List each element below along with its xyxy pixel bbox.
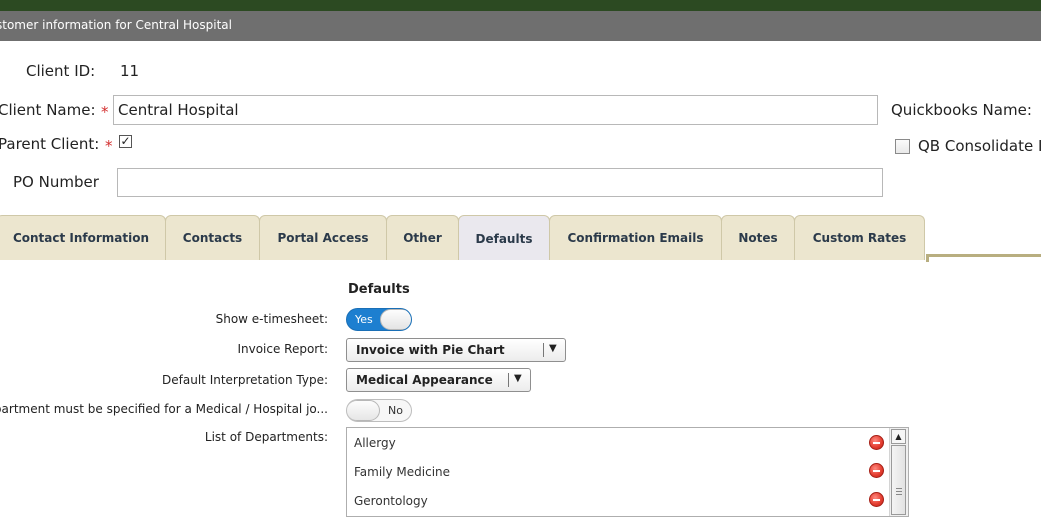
defaults-section-title: Defaults bbox=[348, 282, 410, 297]
client-name-label: Client Name: bbox=[0, 101, 96, 119]
remove-icon[interactable] bbox=[869, 435, 884, 450]
select-separator bbox=[508, 373, 509, 387]
default-interpretation-type-value: Medical Appearance bbox=[356, 373, 493, 387]
department-required-toggle[interactable]: No bbox=[346, 399, 412, 422]
client-name-field[interactable]: Central Hospital bbox=[113, 95, 878, 125]
qb-consolidate-checkbox[interactable] bbox=[895, 139, 910, 154]
show-etimesheet-toggle[interactable]: Yes bbox=[346, 308, 412, 331]
client-id-value: 11 bbox=[120, 62, 140, 80]
departments-list-label: List of Departments: bbox=[204, 430, 328, 444]
client-id-label: Client ID: bbox=[26, 62, 96, 80]
po-number-field[interactable] bbox=[117, 168, 883, 197]
tab-contacts[interactable]: Contacts bbox=[165, 215, 260, 260]
list-item: Allergy bbox=[354, 436, 396, 450]
po-number-label: PO Number bbox=[13, 173, 99, 191]
invoice-report-label: Invoice Report: bbox=[237, 342, 328, 356]
tab-panel-border-corner bbox=[926, 254, 929, 262]
invoice-report-select[interactable]: Invoice with Pie Chart ▼ bbox=[346, 338, 566, 362]
departments-list[interactable]: Allergy Family Medicine Gerontology ▲ bbox=[346, 427, 909, 517]
tab-panel-border bbox=[926, 254, 1041, 257]
app-top-bar bbox=[0, 0, 1041, 11]
department-required-toggle-text: No bbox=[388, 404, 403, 417]
invoice-report-value: Invoice with Pie Chart bbox=[356, 343, 505, 357]
show-etimesheet-label: Show e-timesheet: bbox=[215, 312, 328, 326]
parent-client-required-marker: * bbox=[105, 137, 113, 155]
tab-contact-information[interactable]: Contact Information bbox=[0, 215, 166, 260]
parent-client-label: Parent Client: bbox=[0, 135, 100, 153]
window-title-bar: stomer information for Central Hospital bbox=[0, 11, 1041, 41]
list-item: Family Medicine bbox=[354, 465, 451, 479]
scroll-up-icon[interactable]: ▲ bbox=[891, 429, 906, 444]
quickbooks-name-label: Quickbooks Name: bbox=[891, 101, 1032, 119]
remove-icon[interactable] bbox=[869, 492, 884, 507]
client-name-required-marker: * bbox=[101, 103, 109, 121]
default-interpretation-type-label: Default Interpretation Type: bbox=[162, 373, 328, 387]
grip-icon bbox=[896, 488, 902, 496]
parent-client-checkbox[interactable]: ✓ bbox=[119, 135, 132, 148]
qb-consolidate-label: QB Consolidate I bbox=[918, 137, 1041, 155]
chevron-down-icon: ▼ bbox=[549, 343, 557, 354]
list-item: Gerontology bbox=[354, 494, 428, 508]
departments-scrollbar[interactable]: ▲ bbox=[889, 428, 908, 516]
scroll-thumb[interactable] bbox=[891, 445, 906, 515]
remove-icon[interactable] bbox=[869, 463, 884, 478]
tab-notes[interactable]: Notes bbox=[721, 215, 795, 260]
tab-other[interactable]: Other bbox=[386, 215, 459, 260]
tab-confirmation-emails[interactable]: Confirmation Emails bbox=[549, 215, 722, 260]
tab-portal-access[interactable]: Portal Access bbox=[259, 215, 387, 260]
toggle-knob bbox=[347, 400, 380, 421]
default-interpretation-type-select[interactable]: Medical Appearance ▼ bbox=[346, 368, 531, 392]
toggle-knob bbox=[380, 309, 411, 330]
tab-defaults[interactable]: Defaults bbox=[458, 215, 550, 260]
department-required-label: Department must be specified for a Medic… bbox=[0, 402, 328, 416]
window-title: stomer information for Central Hospital bbox=[0, 18, 232, 32]
tab-custom-rates[interactable]: Custom Rates bbox=[794, 215, 925, 260]
chevron-down-icon: ▼ bbox=[514, 373, 522, 384]
show-etimesheet-toggle-text: Yes bbox=[355, 313, 373, 326]
select-separator bbox=[543, 343, 544, 357]
